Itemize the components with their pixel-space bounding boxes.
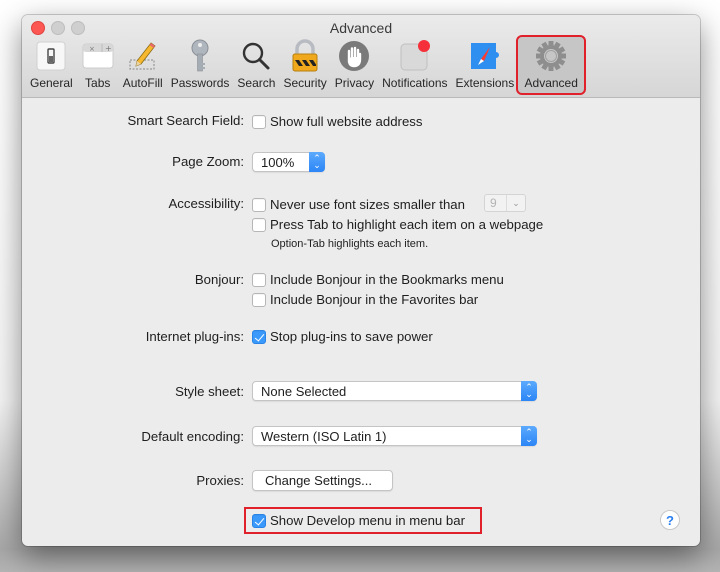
title-bar: Advanced General × + Tabs AutoFill Passw… bbox=[22, 15, 700, 98]
general-switch-icon bbox=[34, 39, 68, 73]
padlock-icon bbox=[288, 39, 322, 73]
font-size-row: Never use font sizes smaller than bbox=[252, 197, 465, 212]
tab-search-label: Search bbox=[237, 76, 276, 90]
accessibility-label: Accessibility: bbox=[168, 196, 244, 211]
help-button[interactable]: ? bbox=[660, 510, 680, 530]
show-full-address-checkbox[interactable] bbox=[252, 114, 266, 129]
tab-security-label: Security bbox=[283, 76, 327, 90]
style-sheet-value: None Selected bbox=[261, 383, 347, 399]
svg-text:×: × bbox=[89, 45, 95, 53]
tab-highlight-row: Press Tab to highlight each item on a we… bbox=[252, 217, 543, 232]
style-sheet-label: Style sheet: bbox=[175, 384, 244, 399]
show-develop-menu-checkbox[interactable] bbox=[252, 513, 266, 528]
page-zoom-popup[interactable]: 100% ⌃ ⌄ bbox=[252, 152, 325, 172]
tab-highlight-text: Press Tab to highlight each item on a we… bbox=[270, 217, 544, 232]
tab-privacy-label: Privacy bbox=[334, 76, 375, 90]
bonjour-bookmarks-text: Include Bonjour in the Bookmarks menu bbox=[270, 272, 504, 287]
min-font-size-popup[interactable]: 9 ⌄ bbox=[484, 194, 526, 212]
tab-tabs-label: Tabs bbox=[85, 76, 111, 90]
bonjour-favorites-row: Include Bonjour in the Favorites bar bbox=[252, 292, 478, 307]
tab-notifications-label: Notifications bbox=[382, 76, 448, 90]
tab-highlight-checkbox[interactable] bbox=[252, 217, 266, 232]
smart-search-row: Show full website address bbox=[252, 114, 422, 129]
tab-advanced-label: Advanced bbox=[524, 76, 578, 90]
bonjour-favorites-text: Include Bonjour in the Favorites bar bbox=[270, 292, 479, 307]
popup-arrows-icon: ⌃ ⌄ bbox=[309, 152, 325, 172]
tab-advanced[interactable]: Advanced bbox=[516, 35, 587, 95]
tab-passwords-label: Passwords bbox=[170, 76, 230, 90]
svg-text:+: + bbox=[105, 44, 112, 53]
tab-general[interactable]: General bbox=[26, 37, 77, 93]
magnifier-icon bbox=[239, 39, 273, 73]
min-font-size-text: Never use font sizes smaller than bbox=[270, 197, 465, 212]
encoding-value: Western (ISO Latin 1) bbox=[261, 428, 387, 444]
show-full-address-text: Show full website address bbox=[270, 114, 423, 129]
tab-notifications[interactable]: Notifications bbox=[378, 37, 451, 93]
smart-search-label: Smart Search Field: bbox=[127, 113, 244, 128]
tab-passwords[interactable]: Passwords bbox=[167, 37, 234, 93]
page-zoom-label: Page Zoom: bbox=[172, 154, 244, 169]
pencil-icon bbox=[126, 39, 160, 73]
bonjour-bookmarks-checkbox[interactable] bbox=[252, 272, 266, 287]
chevron-down-icon: ⌄ bbox=[506, 195, 525, 211]
notification-badge-icon bbox=[398, 39, 432, 73]
advanced-settings-pane: Smart Search Field: Show full website ad… bbox=[22, 98, 700, 546]
tab-autofill[interactable]: AutoFill bbox=[119, 37, 167, 93]
min-font-size-checkbox[interactable] bbox=[252, 197, 266, 212]
plugins-row: Stop plug-ins to save power bbox=[252, 329, 433, 344]
encoding-popup[interactable]: Western (ISO Latin 1) ⌃ ⌄ bbox=[252, 426, 537, 446]
tab-extensions[interactable]: Extensions bbox=[452, 37, 519, 93]
preferences-toolbar: General × + Tabs AutoFill Passwords Sear… bbox=[26, 35, 587, 95]
bonjour-bookmarks-row: Include Bonjour in the Bookmarks menu bbox=[252, 272, 504, 287]
tab-general-label: General bbox=[30, 76, 73, 90]
develop-menu-row: Show Develop menu in menu bar bbox=[252, 513, 465, 528]
encoding-label: Default encoding: bbox=[141, 429, 244, 444]
tab-autofill-label: AutoFill bbox=[122, 76, 163, 90]
option-tab-note: Option-Tab highlights each item. bbox=[271, 238, 429, 250]
tab-extensions-label: Extensions bbox=[455, 76, 515, 90]
hand-icon bbox=[337, 39, 371, 73]
min-font-size-value: 9 bbox=[490, 196, 497, 210]
preferences-window: Advanced General × + Tabs AutoFill Passw… bbox=[22, 15, 700, 546]
style-sheet-popup[interactable]: None Selected ⌃ ⌄ bbox=[252, 381, 537, 401]
tab-search[interactable]: Search bbox=[233, 37, 279, 93]
bonjour-favorites-checkbox[interactable] bbox=[252, 292, 266, 307]
stop-plugins-checkbox[interactable] bbox=[252, 329, 266, 344]
plugins-label: Internet plug-ins: bbox=[145, 329, 244, 344]
tabs-icon: × + bbox=[81, 39, 115, 73]
key-icon bbox=[183, 39, 217, 73]
tab-tabs[interactable]: × + Tabs bbox=[77, 37, 119, 93]
window-title: Advanced bbox=[329, 20, 393, 36]
bonjour-label: Bonjour: bbox=[194, 272, 244, 287]
stop-plugins-text: Stop plug-ins to save power bbox=[270, 329, 433, 344]
show-develop-menu-text: Show Develop menu in menu bar bbox=[270, 513, 465, 528]
puzzle-compass-icon bbox=[468, 39, 502, 73]
popup-arrows-icon: ⌃ ⌄ bbox=[521, 426, 537, 446]
tab-privacy[interactable]: Privacy bbox=[331, 37, 378, 93]
page-zoom-value: 100% bbox=[261, 154, 295, 170]
gear-icon bbox=[534, 39, 568, 73]
tab-security[interactable]: Security bbox=[279, 37, 330, 93]
proxies-label: Proxies: bbox=[196, 473, 244, 488]
change-settings-button[interactable]: Change Settings... bbox=[252, 470, 393, 491]
popup-arrows-icon: ⌃ ⌄ bbox=[521, 381, 537, 401]
